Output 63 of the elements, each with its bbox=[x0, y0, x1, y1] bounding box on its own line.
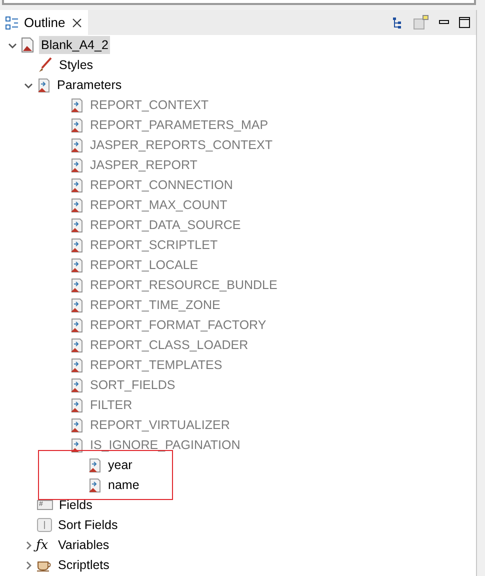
tree-item[interactable]: REPORT_CONTEXT bbox=[88, 96, 211, 114]
tree-item[interactable]: REPORT_CONNECTION bbox=[88, 176, 235, 194]
page-icon[interactable] bbox=[413, 15, 429, 30]
parameter-icon bbox=[69, 178, 84, 192]
tree-item[interactable]: REPORT_PARAMETERS_MAP bbox=[88, 116, 270, 134]
parameter-icon bbox=[69, 338, 84, 352]
tree-view-icon[interactable] bbox=[392, 16, 403, 28]
parameter-icon bbox=[69, 298, 84, 312]
function-icon: ƒx bbox=[36, 538, 52, 552]
parameter-icon bbox=[69, 358, 84, 372]
chevron-right-icon[interactable] bbox=[24, 560, 33, 570]
tree-item[interactable]: name bbox=[106, 476, 142, 494]
tree-item[interactable]: REPORT_MAX_COUNT bbox=[88, 196, 230, 214]
tree-item[interactable]: REPORT_TEMPLATES bbox=[88, 356, 224, 374]
tree-item[interactable]: REPORT_CLASS_LOADER bbox=[88, 336, 250, 354]
tree-item[interactable]: SORT_FIELDS bbox=[88, 376, 178, 394]
chevron-down-icon[interactable] bbox=[8, 40, 17, 50]
parameter-icon bbox=[69, 258, 84, 272]
tree-item[interactable]: year bbox=[106, 456, 134, 474]
parameter-icon bbox=[69, 238, 84, 252]
parameter-icon bbox=[69, 378, 84, 392]
tree-item[interactable]: Blank_A4_2 bbox=[39, 36, 110, 54]
parameter-icon bbox=[69, 218, 84, 232]
minimize-icon[interactable] bbox=[439, 20, 449, 25]
parameter-icon bbox=[69, 118, 84, 132]
parameter-icon bbox=[69, 278, 84, 292]
close-icon[interactable] bbox=[72, 18, 82, 28]
brush-icon bbox=[37, 57, 53, 73]
parameter-icon bbox=[69, 138, 84, 152]
tree-item[interactable]: FILTER bbox=[88, 396, 134, 414]
tree-item[interactable]: Fields bbox=[57, 496, 94, 514]
tree-item[interactable]: REPORT_VIRTUALIZER bbox=[88, 416, 232, 434]
tree-item[interactable]: Parameters bbox=[55, 76, 124, 94]
tree-item[interactable]: Variables bbox=[56, 536, 112, 554]
outline-tab[interactable]: Outline bbox=[0, 10, 88, 35]
parameter-icon bbox=[69, 98, 84, 112]
tree-item[interactable]: JASPER_REPORT bbox=[88, 156, 200, 174]
parameter-icon bbox=[69, 418, 84, 432]
parameter-icon bbox=[87, 458, 102, 472]
tree-item[interactable]: REPORT_DATA_SOURCE bbox=[88, 216, 243, 234]
tree-item[interactable]: IS_IGNORE_PAGINATION bbox=[88, 436, 242, 454]
tree-item[interactable]: JASPER_REPORTS_CONTEXT bbox=[88, 136, 274, 154]
parameter-icon bbox=[69, 318, 84, 332]
tree-item[interactable]: Sort Fields bbox=[56, 516, 120, 534]
tree-item[interactable]: REPORT_SCRIPTLET bbox=[88, 236, 220, 254]
parameter-icon bbox=[69, 158, 84, 172]
sort-icon bbox=[37, 518, 52, 532]
tree-item[interactable]: REPORT_FORMAT_FACTORY bbox=[88, 316, 268, 334]
parameter-icon bbox=[69, 398, 84, 412]
chevron-right-icon[interactable] bbox=[24, 540, 33, 550]
tree-item[interactable]: REPORT_RESOURCE_BUNDLE bbox=[88, 276, 280, 294]
parameter-icon bbox=[36, 78, 51, 92]
outline-icon bbox=[5, 16, 19, 30]
maximize-icon[interactable] bbox=[459, 17, 470, 28]
parameter-icon bbox=[69, 438, 84, 452]
chevron-down-icon[interactable] bbox=[24, 80, 33, 90]
parameter-icon bbox=[87, 478, 102, 492]
parameter-icon bbox=[69, 198, 84, 212]
tree-item[interactable]: REPORT_LOCALE bbox=[88, 256, 200, 274]
report-icon bbox=[20, 37, 35, 53]
tree-item[interactable]: Styles bbox=[57, 56, 96, 74]
tree-item[interactable]: Scriptlets bbox=[56, 556, 112, 574]
tree-item[interactable]: REPORT_TIME_ZONE bbox=[88, 296, 222, 314]
